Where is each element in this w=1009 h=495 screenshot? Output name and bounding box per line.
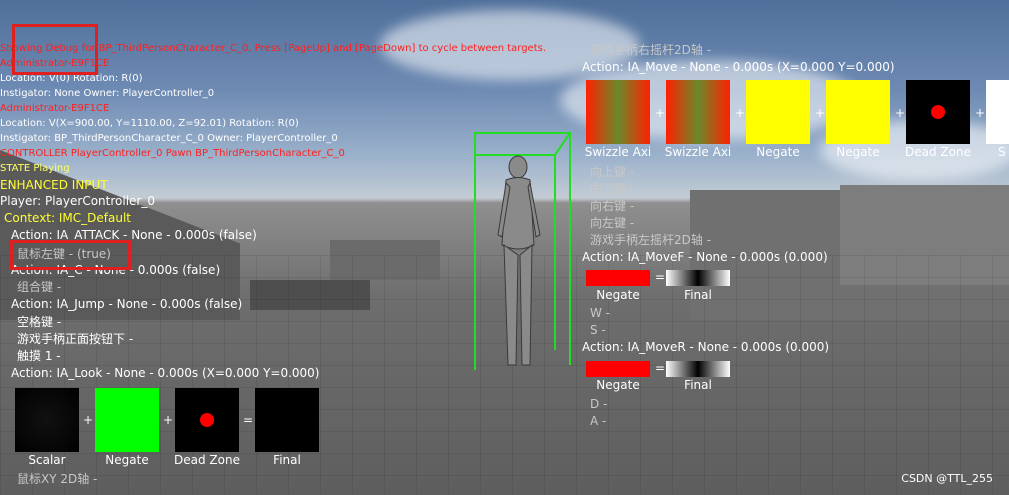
jump-key-3: 触摸 1 - xyxy=(17,349,61,363)
watermark: CSDN @TTL_255 xyxy=(901,472,993,485)
op-equals: = xyxy=(655,361,666,375)
action-moveF: Action: IA_MoveF - None - 0.000s (0.000) xyxy=(582,250,828,264)
moveF-key: W - xyxy=(590,306,611,320)
context-label: Context: IMC_Default xyxy=(4,211,131,225)
moveR-caption: Negate xyxy=(596,378,640,392)
moveR-key: D - xyxy=(590,397,608,411)
enhanced-input-title: ENHANCED INPUT xyxy=(0,178,108,192)
op-plus: + xyxy=(975,106,986,120)
action-moveR: Action: IA_MoveR - None - 0.000s (0.000) xyxy=(582,340,830,354)
move-box-deadzone xyxy=(906,80,970,144)
debug-state: STATE Playing xyxy=(0,163,70,174)
debug-instigator-1: Instigator: None Owner: PlayerController… xyxy=(0,88,215,99)
move-key: 向下键 - xyxy=(590,182,635,196)
op-plus: + xyxy=(83,413,94,427)
moveR-key: A - xyxy=(590,414,607,428)
look-caption: Negate xyxy=(105,453,149,467)
moveF-key: S - xyxy=(590,323,606,337)
look-box-deadzone xyxy=(175,388,239,452)
move-key: 向左键 - xyxy=(590,216,635,230)
move-box-partial xyxy=(986,80,1009,144)
jump-key-1: 空格键 - xyxy=(17,315,62,329)
op-equals: = xyxy=(243,413,254,427)
move-box-negate-2 xyxy=(826,80,890,144)
move-caption: Dead Zone xyxy=(905,145,971,159)
move-caption: Negate xyxy=(836,145,880,159)
op-equals: = xyxy=(655,270,666,284)
deadzone-dot xyxy=(200,413,214,427)
move-caption: S xyxy=(998,145,1006,159)
right-axis-header: 游戏手柄右摇杆2D轴 - xyxy=(590,43,712,57)
moveR-caption: Final xyxy=(684,378,712,392)
op-plus: + xyxy=(655,106,666,120)
moveR-negate-bar xyxy=(586,361,650,377)
op-plus: + xyxy=(815,106,826,120)
moveR-final-bar xyxy=(666,361,730,377)
move-caption: Negate xyxy=(756,145,800,159)
debug-controller: CONTROLLER PlayerController_0 Pawn BP_Th… xyxy=(0,148,345,159)
move-caption: Swizzle Axi xyxy=(664,145,732,159)
debug-admin-2: Administrator-E9F1CE xyxy=(0,103,110,114)
character-debug-box xyxy=(474,132,571,370)
look-box-negate xyxy=(95,388,159,452)
jump-key-2: 游戏手柄正面按钮下 - xyxy=(17,332,134,346)
move-caption: Swizzle Axi xyxy=(584,145,652,159)
moveF-final-bar xyxy=(666,270,730,286)
move-key: 向右键 - xyxy=(590,199,635,213)
action-look: Action: IA_Look - None - 0.000s (X=0.000… xyxy=(11,366,320,380)
moveF-caption: Final xyxy=(684,288,712,302)
annotation-frame xyxy=(12,24,98,75)
action-move: Action: IA_Move - None - 0.000s (X=0.000… xyxy=(582,60,895,74)
annotation-frame xyxy=(10,240,131,270)
moveF-negate-bar xyxy=(586,270,650,286)
debug-instigator-2: Instigator: BP_ThirdPersonCharacter_C_0 … xyxy=(0,133,338,144)
look-box-final xyxy=(255,388,319,452)
move-box-swizzle-2 xyxy=(666,80,730,144)
move-box-negate-1 xyxy=(746,80,810,144)
op-plus: + xyxy=(735,106,746,120)
op-plus: + xyxy=(163,413,174,427)
deadzone-dot xyxy=(931,105,945,119)
moveF-caption: Negate xyxy=(596,288,640,302)
iac-key: 组合键 - xyxy=(17,280,62,294)
move-box-swizzle-1 xyxy=(586,80,650,144)
op-plus: + xyxy=(895,106,906,120)
action-jump: Action: IA_Jump - None - 0.000s (false) xyxy=(11,297,243,311)
character-mannequin xyxy=(497,155,541,366)
player-label: Player: PlayerController_0 xyxy=(0,194,155,208)
left-axis-header: 游戏手柄左摇杆2D轴 - xyxy=(590,233,712,247)
look-axis: 鼠标XY 2D轴 - xyxy=(17,472,98,486)
look-box-scalar xyxy=(15,388,79,452)
look-caption: Final xyxy=(273,453,301,467)
move-key: 向上键 - xyxy=(590,165,635,179)
look-caption: Scalar xyxy=(28,453,66,467)
look-caption: Dead Zone xyxy=(174,453,240,467)
debug-location-2: Location: V(X=900.00, Y=1110.00, Z=92.01… xyxy=(0,118,299,129)
